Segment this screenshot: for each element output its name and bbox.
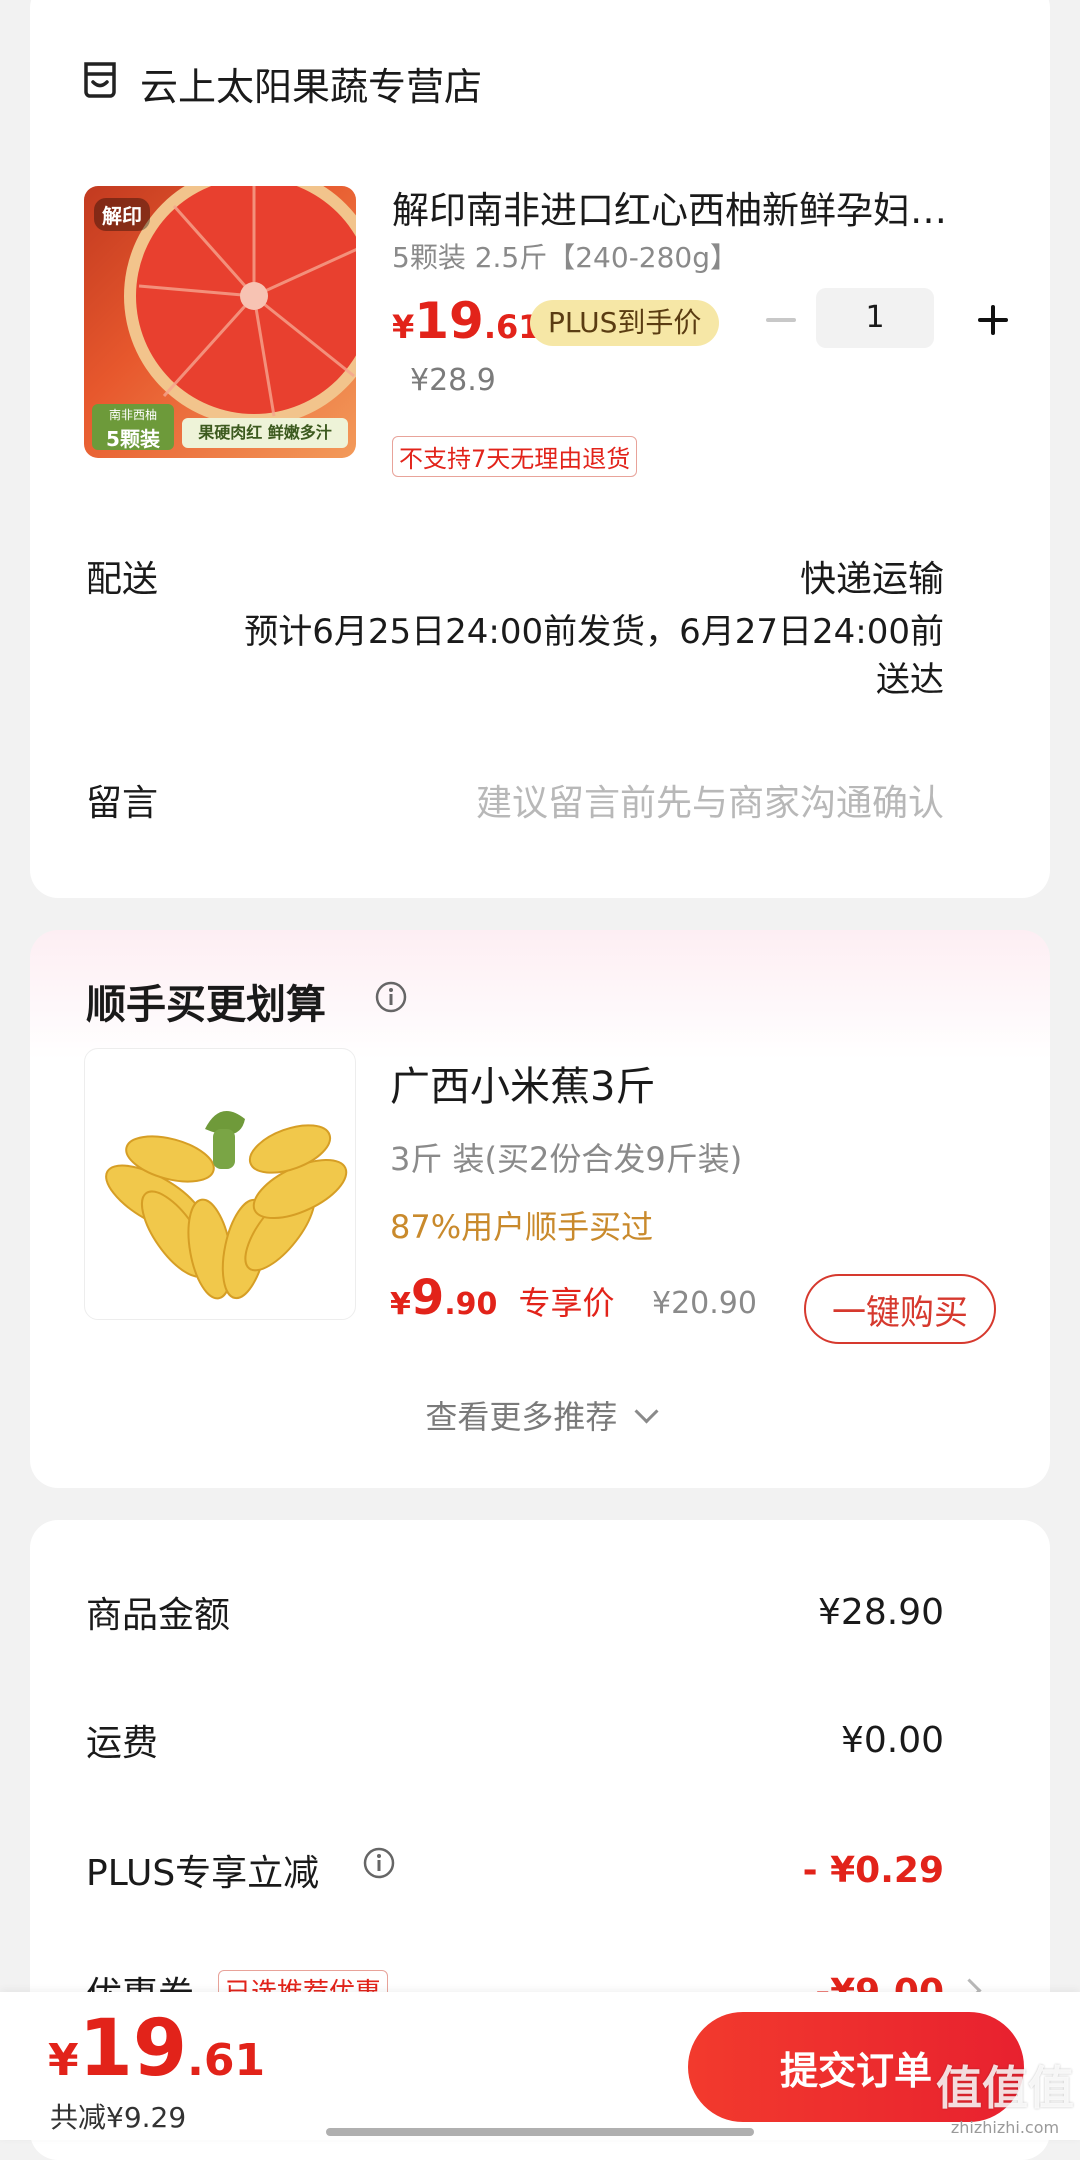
one-click-buy-button[interactable]: 一键购买 <box>804 1274 996 1344</box>
summary-shipping-value: ¥0.00 <box>840 1720 944 1761</box>
total-price-int: 19 <box>78 2004 188 2094</box>
recommend-card: 顺手买更划算 广西小米蕉3斤 3斤 装(买2份合发9斤装) 87%用户顺手买过 … <box>30 930 1050 1488</box>
rec-price-int: 9 <box>410 1270 445 1326</box>
recommend-item-social: 87%用户顺手买过 <box>390 1208 654 1246</box>
plus-price-badge: PLUS到手价 <box>530 300 720 346</box>
total-price: ¥19.61 <box>48 2004 265 2094</box>
info-icon[interactable] <box>374 980 408 1014</box>
recommend-item-original-price: ¥20.90 <box>652 1286 757 1321</box>
total-price-symbol: ¥ <box>48 2035 79 2086</box>
see-more-label: 查看更多推荐 <box>425 1398 618 1436</box>
order-card: 云上太阳果蔬专营店 解印 南非西柚 5颗装 果硬肉红 鲜嫩多汁 解印南非进口红心… <box>30 0 1050 898</box>
quantity-increment-button[interactable] <box>970 292 1018 348</box>
total-price-dec: .61 <box>187 2035 266 2086</box>
product-title[interactable]: 解印南非进口红心西柚新鲜孕妇… <box>392 180 992 234</box>
rec-price-symbol: ¥ <box>390 1287 411 1322</box>
message-label: 留言 <box>86 783 159 824</box>
quantity-decrement-button[interactable] <box>760 292 808 348</box>
image-pack-sub: 南非西柚 <box>108 408 157 422</box>
summary-shipping-label: 运费 <box>86 1723 159 1764</box>
delivery-method[interactable]: 快递运输 <box>800 550 944 602</box>
price-int: 19 <box>414 292 484 350</box>
total-saved: 共减¥9.29 <box>50 2101 187 2134</box>
rec-price-tag: 专享价 <box>518 1284 615 1322</box>
image-pack-text: 5颗装 <box>106 427 160 451</box>
image-tagline: 果硬肉红 鲜嫩多汁 <box>182 418 348 448</box>
product-image[interactable]: 解印 南非西柚 5颗装 果硬肉红 鲜嫩多汁 <box>84 186 356 458</box>
recommend-item-name[interactable]: 广西小米蕉3斤 <box>390 1054 655 1112</box>
message-input[interactable]: 建议留言前先与商家沟通确认 <box>476 774 944 826</box>
bottom-bar: ¥19.61 共减¥9.29 提交订单 值值值 zhizhizhi.com <box>0 1992 1080 2140</box>
product-spec[interactable]: 5颗装 2.5斤【240-280g】 <box>392 236 738 276</box>
image-brand: 解印 <box>94 198 150 231</box>
image-pack-badge: 南非西柚 5颗装 <box>92 404 174 451</box>
home-indicator <box>326 2128 754 2136</box>
quantity-field[interactable]: 1 <box>816 288 934 348</box>
return-notice: 不支持7天无理由退货 <box>392 436 638 477</box>
rec-price-dec: .90 <box>444 1287 498 1322</box>
summary-plus-label: PLUS专享立减 <box>86 1853 320 1894</box>
recommend-item-spec: 3斤 装(买2份合发9斤装) <box>390 1140 743 1178</box>
recommend-title: 顺手买更划算 <box>86 982 326 1028</box>
plus-icon <box>970 292 1018 348</box>
original-price: ¥28.9 <box>410 363 496 398</box>
submit-order-label: 提交订单 <box>779 2048 932 2093</box>
store-icon <box>82 58 118 98</box>
summary-goods-label: 商品金额 <box>86 1595 231 1636</box>
plus-info-icon[interactable] <box>362 1846 396 1880</box>
watermark-sub: zhizhizhi.com <box>950 2118 1060 2137</box>
watermark-text: 值值值 <box>936 2061 1074 2115</box>
product-price: ¥19.61 <box>392 292 541 350</box>
see-more-recommendations[interactable]: 查看更多推荐 <box>30 1392 1050 1438</box>
recommend-item-price: ¥9.90 专享价 <box>390 1270 615 1326</box>
delivery-estimate-line1: 预计6月25日24:00前发货，6月27日24:00前 <box>244 612 944 652</box>
summary-plus-value: - ¥0.29 <box>802 1850 944 1891</box>
delivery-label: 配送 <box>86 559 159 600</box>
delivery-estimate-line2: 送达 <box>876 660 944 700</box>
watermark: 值值值 zhizhizhi.com <box>936 2052 1074 2137</box>
price-symbol: ¥ <box>392 308 415 346</box>
shop-name[interactable]: 云上太阳果蔬专营店 <box>140 56 482 111</box>
summary-goods-value: ¥28.90 <box>818 1592 944 1633</box>
minus-icon <box>766 318 796 322</box>
recommend-item-image[interactable] <box>84 1048 356 1320</box>
chevron-down-icon <box>634 1399 659 1424</box>
